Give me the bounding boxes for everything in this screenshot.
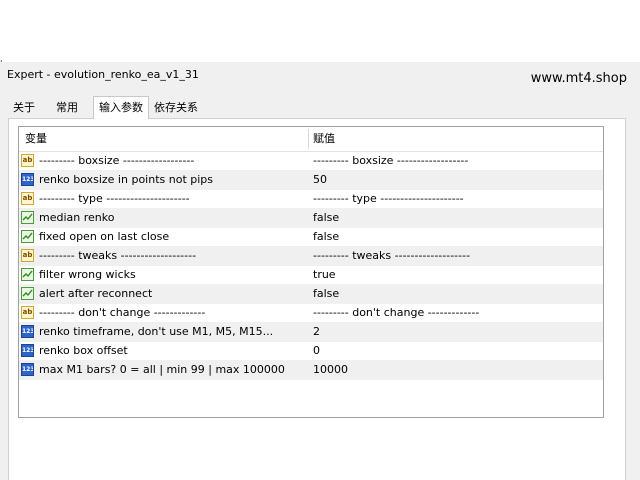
column-header-variable[interactable]: 变量	[25, 127, 47, 151]
boolean-type-icon	[21, 211, 34, 224]
variable-name: --------- boxsize ------------------	[39, 154, 195, 167]
boolean-type-icon	[21, 268, 34, 281]
table-row[interactable]: median renko false	[19, 209, 603, 228]
boolean-type-icon	[21, 287, 34, 300]
column-divider[interactable]	[308, 129, 309, 149]
integer-type-icon: 123	[21, 363, 34, 376]
variable-value[interactable]: 2	[313, 323, 320, 341]
string-type-icon: ab	[21, 306, 34, 319]
variable-name: --------- type ---------------------	[39, 192, 190, 205]
string-type-icon: ab	[21, 249, 34, 262]
tab-about[interactable]: 关于	[8, 98, 40, 117]
table-row[interactable]: 123 renko boxsize in points not pips 50	[19, 171, 603, 190]
variable-name: renko timeframe, don't use M1, M5, M15..…	[39, 325, 274, 338]
variable-name: --------- don't change -------------	[39, 306, 206, 319]
expert-properties-dialog: Expert - evolution_renko_ea_v1_31 www.mt…	[0, 62, 640, 480]
top-margin	[0, 0, 640, 62]
table-row[interactable]: 123 max M1 bars? 0 = all | min 99 | max 1…	[19, 361, 603, 380]
variable-value[interactable]: 10000	[313, 361, 348, 379]
string-type-icon: ab	[21, 192, 34, 205]
table-row[interactable]: ab --------- type --------------------- --…	[19, 190, 603, 209]
string-type-icon: ab	[21, 154, 34, 167]
integer-type-icon: 123	[21, 344, 34, 357]
variable-value[interactable]: 0	[313, 342, 320, 360]
inputs-panel: 变量 赋值 ab --------- boxsize --------------…	[8, 118, 626, 480]
variable-name: fixed open on last close	[39, 230, 170, 243]
variable-value[interactable]: --------- don't change -------------	[313, 304, 479, 322]
variable-value[interactable]: false	[313, 228, 339, 246]
integer-type-icon: 123	[21, 173, 34, 186]
watermark: www.mt4.shop	[530, 71, 627, 86]
table-body: ab --------- boxsize ------------------ --…	[19, 152, 603, 380]
dialog-title: Expert - evolution_renko_ea_v1_31	[7, 68, 199, 81]
integer-type-icon: 123	[21, 325, 34, 338]
table-row[interactable]: ab --------- don't change ------------- --…	[19, 304, 603, 323]
variable-name: renko box offset	[39, 344, 128, 357]
tab-dependencies[interactable]: 依存关系	[149, 98, 203, 117]
variable-value[interactable]: 50	[313, 171, 327, 189]
variable-value[interactable]: false	[313, 285, 339, 303]
variable-value[interactable]: false	[313, 209, 339, 227]
variable-name: max M1 bars? 0 = all | min 99 | max 1000…	[39, 363, 285, 376]
column-header-value[interactable]: 赋值	[313, 127, 335, 151]
tab-common[interactable]: 常用	[51, 98, 83, 117]
table-row[interactable]: 123 renko box offset 0	[19, 342, 603, 361]
boolean-type-icon	[21, 230, 34, 243]
table-header: 变量 赋值	[19, 127, 603, 152]
variable-name: renko boxsize in points not pips	[39, 173, 214, 186]
variable-value[interactable]: --------- tweaks -------------------	[313, 247, 470, 265]
variable-value[interactable]: --------- boxsize ------------------	[313, 152, 468, 170]
table-row[interactable]: 123 renko timeframe, don't use M1, M5, M1…	[19, 323, 603, 342]
table-row[interactable]: ab --------- boxsize ------------------ --…	[19, 152, 603, 171]
variable-name: --------- tweaks -------------------	[39, 249, 197, 262]
variable-name: filter wrong wicks	[39, 268, 136, 281]
table-row[interactable]: ab --------- tweaks ------------------- --…	[19, 247, 603, 266]
variable-value[interactable]: true	[313, 266, 336, 284]
table-row[interactable]: filter wrong wicks true	[19, 266, 603, 285]
table-row[interactable]: alert after reconnect false	[19, 285, 603, 304]
inputs-table: 变量 赋值 ab --------- boxsize --------------…	[18, 126, 604, 418]
variable-value[interactable]: --------- type ---------------------	[313, 190, 464, 208]
variable-name: alert after reconnect	[39, 287, 153, 300]
variable-name: median renko	[39, 211, 115, 224]
tab-inputs[interactable]: 输入参数	[93, 96, 149, 119]
table-row[interactable]: fixed open on last close false	[19, 228, 603, 247]
